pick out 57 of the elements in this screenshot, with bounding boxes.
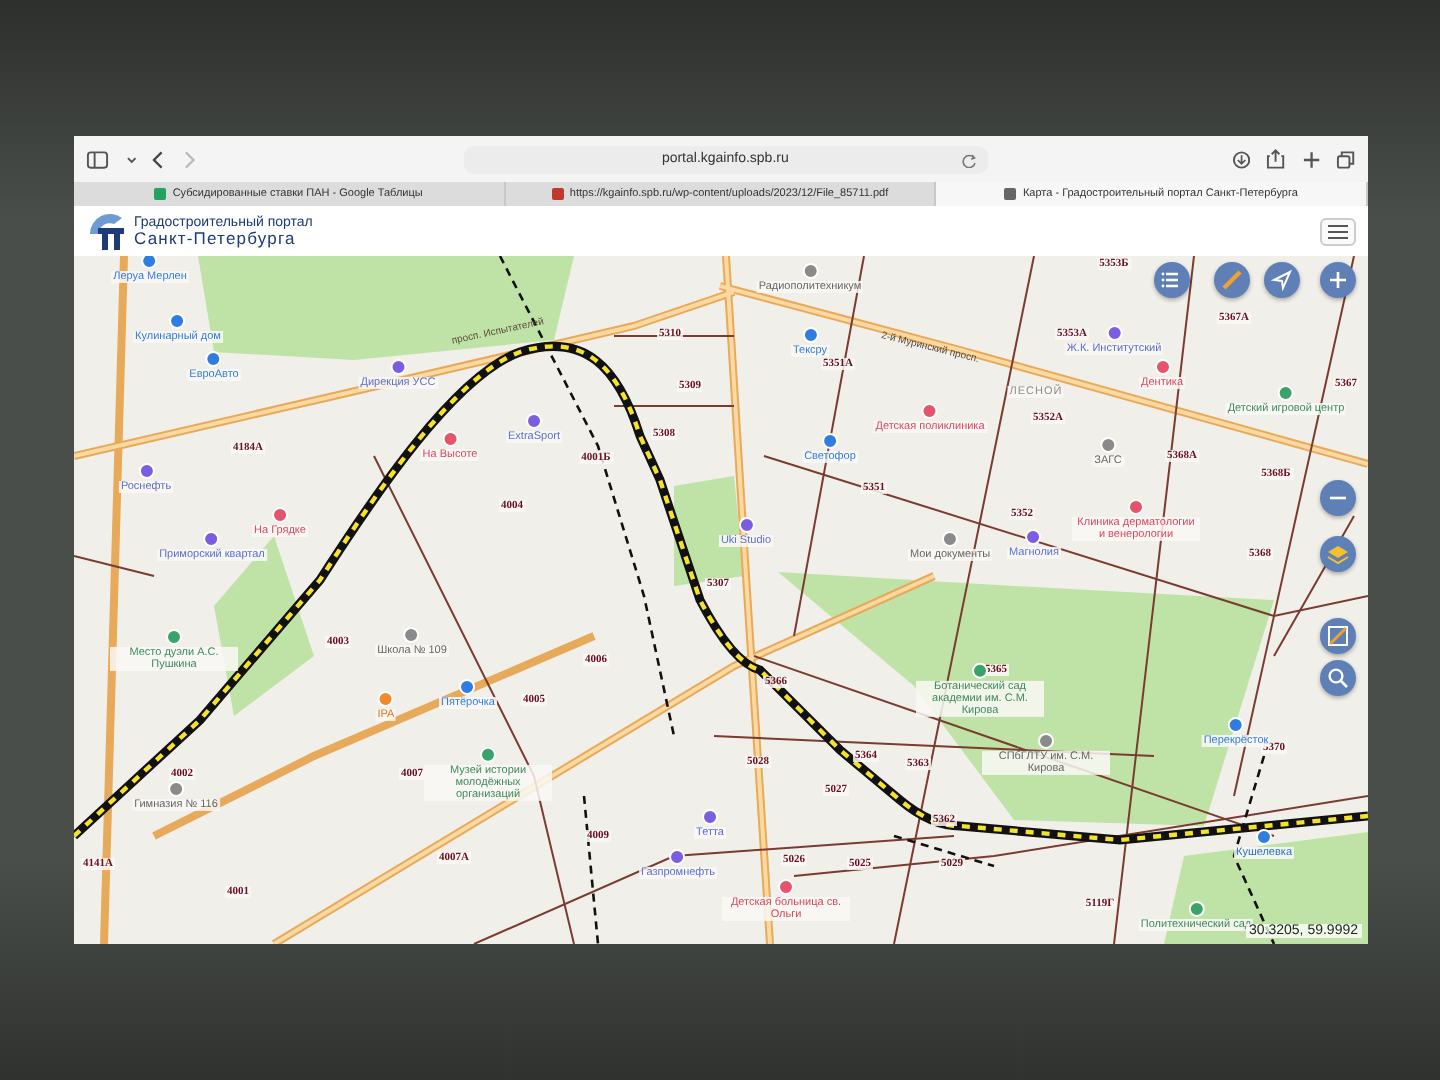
place-marker-icon[interactable] xyxy=(1106,324,1122,341)
area-select-icon xyxy=(1326,624,1350,648)
place-marker-icon[interactable] xyxy=(442,430,458,447)
place-marker-icon[interactable] xyxy=(378,690,394,707)
place-marker-icon[interactable] xyxy=(142,256,158,269)
place-marker-icon[interactable] xyxy=(942,530,958,547)
place-marker-icon[interactable] xyxy=(404,626,420,643)
area-select-button[interactable] xyxy=(1320,618,1356,654)
sidebar-icon[interactable] xyxy=(86,149,109,169)
place-marker-icon[interactable] xyxy=(168,780,184,797)
tabs-overview-icon[interactable] xyxy=(1336,149,1356,169)
place-marker-icon[interactable] xyxy=(1026,528,1042,545)
zoom-out-button[interactable] xyxy=(1320,480,1356,516)
place-marker-icon[interactable] xyxy=(480,746,496,763)
layers-list-button[interactable] xyxy=(1154,262,1190,298)
place-marker-icon[interactable] xyxy=(138,462,154,479)
place-marker-icon[interactable] xyxy=(802,262,818,279)
place-marker-icon[interactable] xyxy=(206,350,222,367)
search-icon xyxy=(1326,666,1350,690)
place-marker-icon[interactable] xyxy=(1154,358,1170,375)
place-marker-icon[interactable] xyxy=(272,506,288,523)
place-marker-icon[interactable] xyxy=(670,848,686,865)
share-icon[interactable] xyxy=(1266,148,1286,170)
layers-list-icon xyxy=(1160,268,1184,292)
place-marker-icon[interactable] xyxy=(778,878,794,895)
place-marker-icon[interactable] xyxy=(802,326,818,343)
search-button[interactable] xyxy=(1320,660,1356,696)
navigation-arrow-icon xyxy=(1270,268,1294,292)
chevron-down-icon[interactable] xyxy=(125,155,137,163)
place-marker-icon[interactable] xyxy=(166,628,182,645)
menu-icon xyxy=(1328,223,1348,239)
layers-button[interactable] xyxy=(1320,536,1356,572)
back-icon[interactable] xyxy=(152,149,166,169)
portal-subtitle: Санкт-Петербурга xyxy=(134,229,296,247)
new-tab-icon[interactable] xyxy=(1301,149,1321,169)
reload-icon[interactable] xyxy=(961,151,978,167)
download-icon[interactable] xyxy=(1231,149,1251,169)
navigation-arrow-button[interactable] xyxy=(1264,262,1300,298)
place-marker-icon[interactable] xyxy=(1278,384,1294,401)
place-marker-icon[interactable] xyxy=(1100,436,1116,453)
place-marker-icon[interactable] xyxy=(922,402,938,419)
layers-icon xyxy=(1326,542,1350,566)
site-icon xyxy=(551,188,564,200)
place-marker-icon[interactable] xyxy=(390,358,406,375)
zoom-in-button[interactable] xyxy=(1320,262,1356,298)
place-marker-icon[interactable] xyxy=(702,808,718,825)
place-marker-icon[interactable] xyxy=(1128,498,1144,515)
site-icon xyxy=(154,188,167,200)
menu-button[interactable] xyxy=(1320,217,1356,245)
zoom-in-icon xyxy=(1326,268,1350,292)
place-marker-icon[interactable] xyxy=(822,432,838,449)
place-marker-icon[interactable] xyxy=(460,678,476,695)
site-icon xyxy=(1004,188,1017,200)
place-marker-icon[interactable] xyxy=(526,412,542,429)
portal-logo-icon[interactable] xyxy=(86,210,128,252)
place-marker-icon[interactable] xyxy=(204,530,220,547)
place-marker-icon[interactable] xyxy=(170,312,186,329)
